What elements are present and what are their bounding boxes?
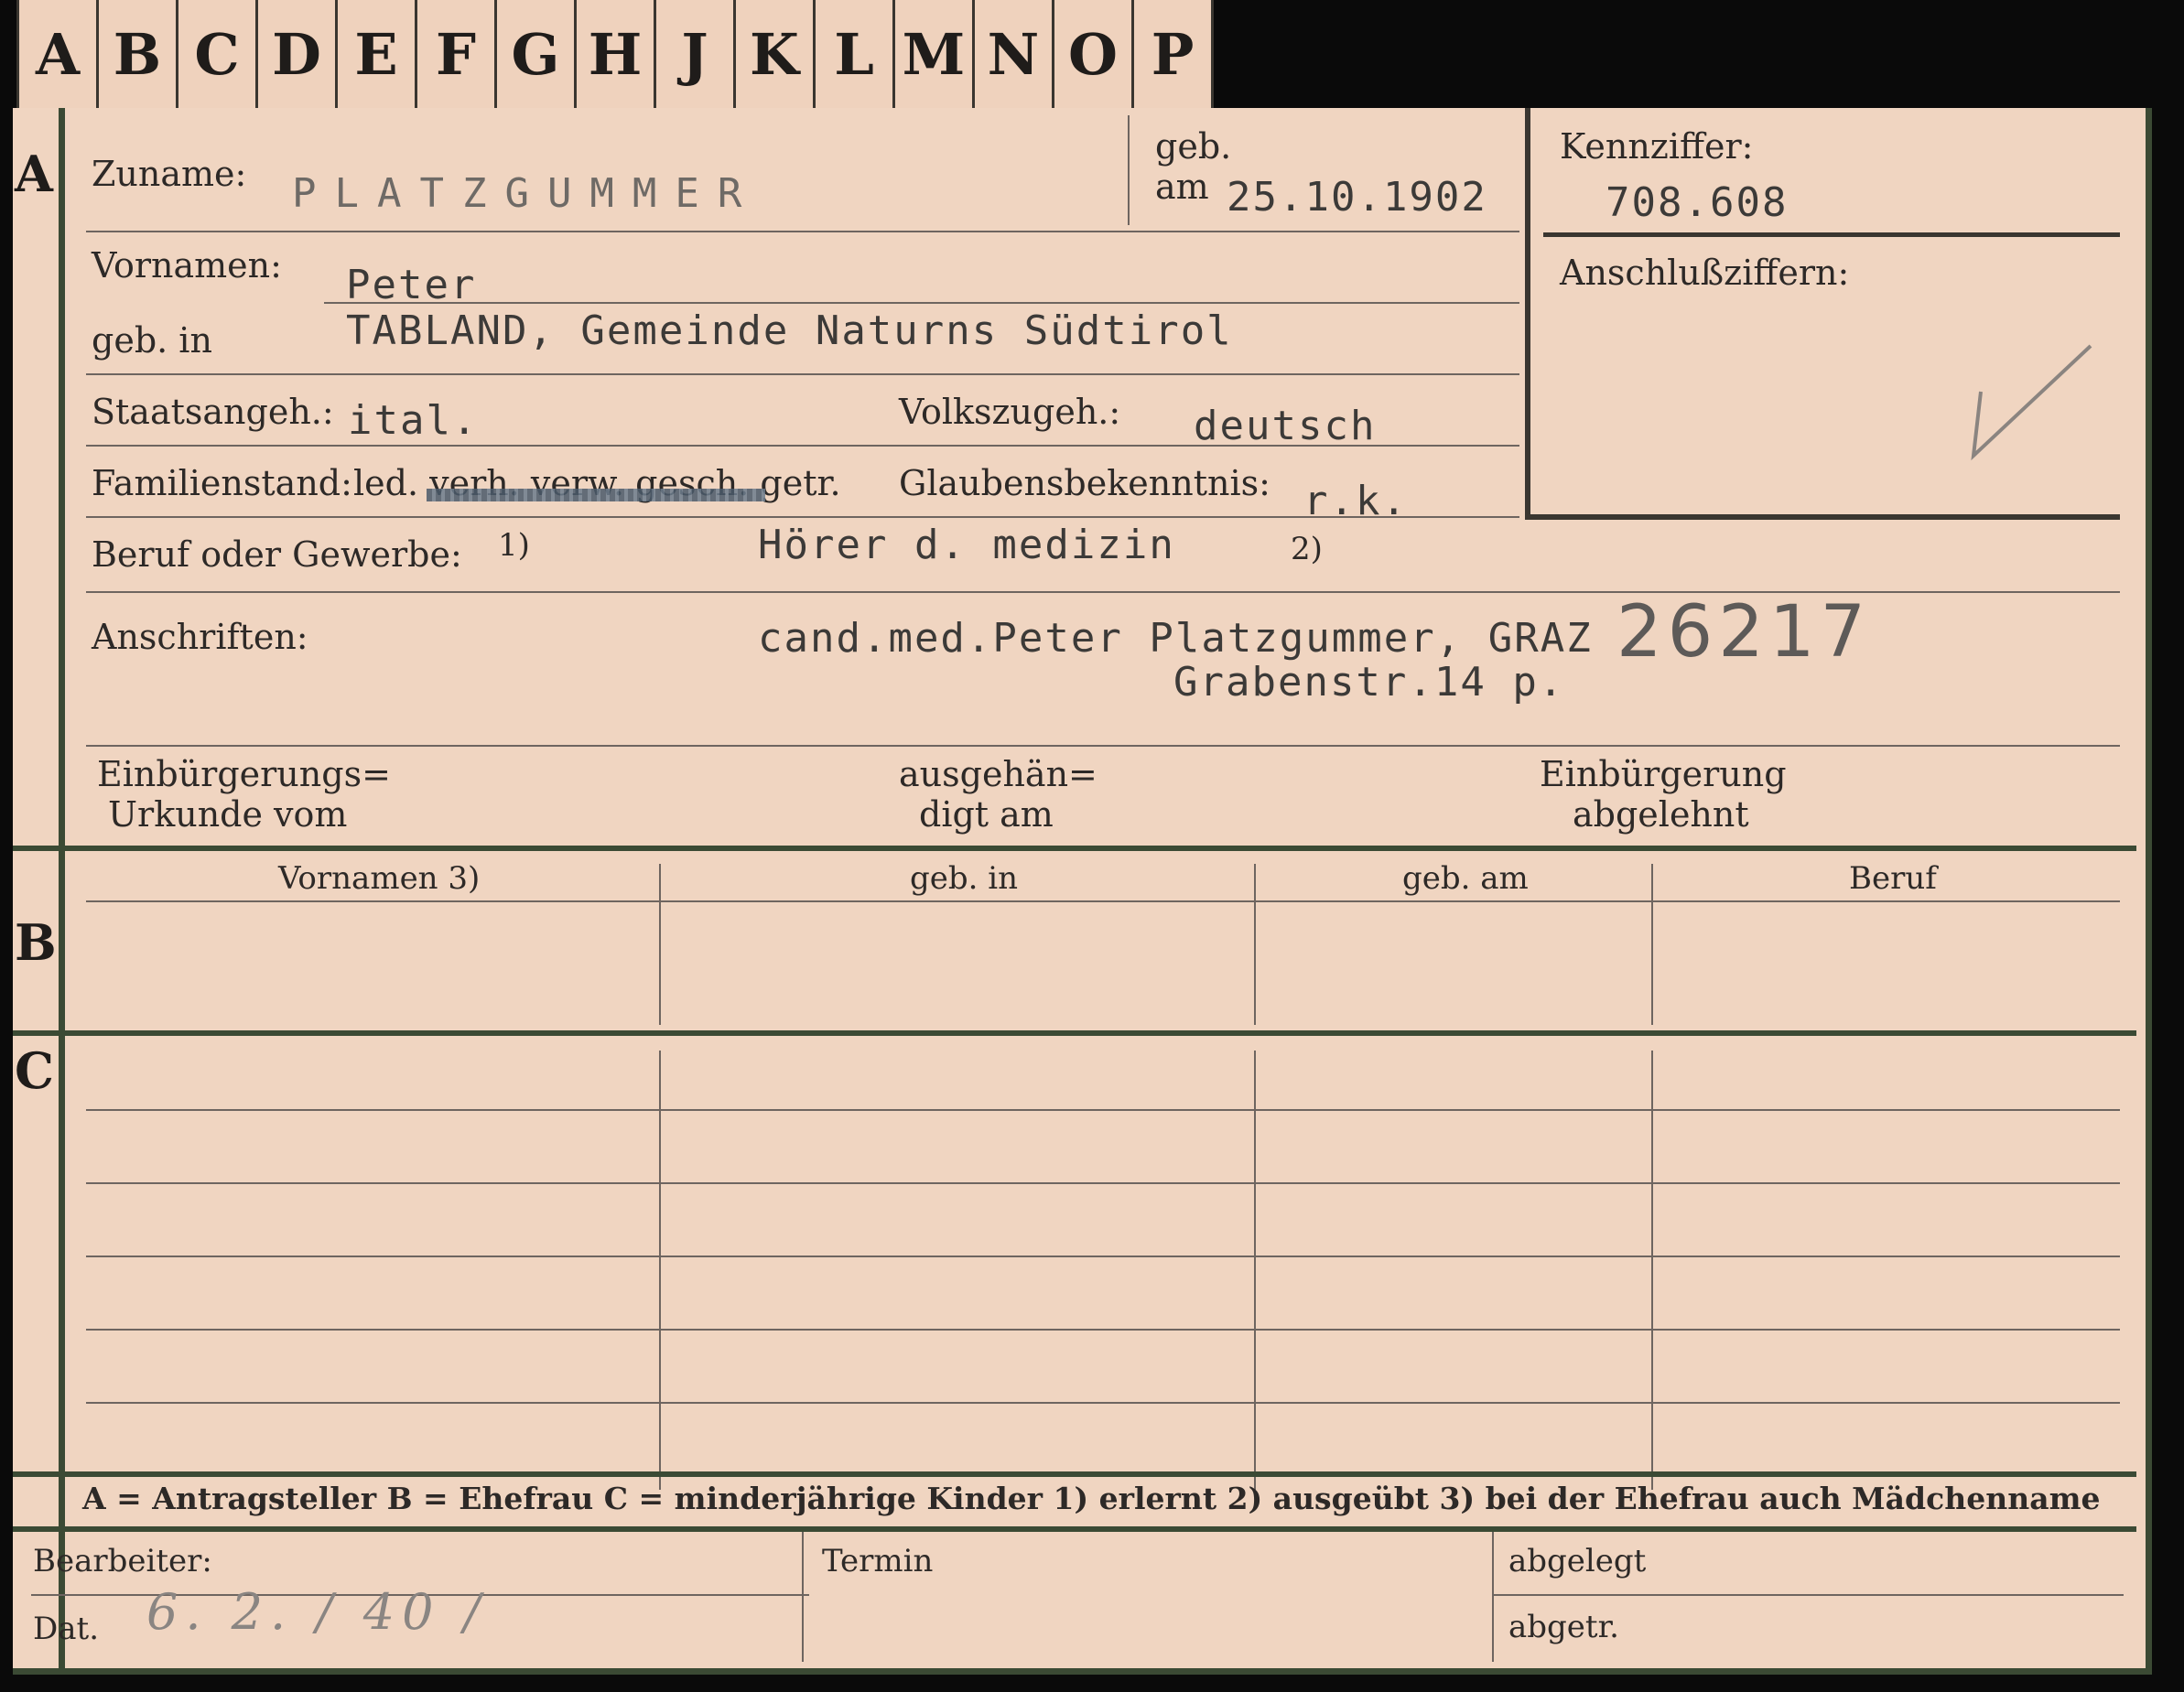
rule <box>1492 1594 2124 1596</box>
geb-in-label: geb. in <box>92 320 212 361</box>
column-divider <box>1651 1051 1653 1490</box>
column-divider <box>1492 1532 1494 1662</box>
volkszugehoerigkeit-label: Volkszugeh.: <box>899 392 1121 432</box>
column-divider <box>1254 1051 1256 1490</box>
staatsangehoerigkeit-value: ital. <box>348 397 479 444</box>
index-tab-f: F <box>417 0 497 108</box>
rule <box>324 302 1519 304</box>
anschriften-label: Anschriften: <box>92 617 308 657</box>
rule <box>86 445 1519 447</box>
rule <box>86 745 2120 747</box>
kennziffer-label: Kennziffer: <box>1560 126 1754 167</box>
glaubensbekenntnis-label: Glaubensbekenntnis: <box>899 463 1270 503</box>
einbuergerungsurkunde-label-line1: Einbürgerungs= <box>97 754 391 794</box>
column-divider <box>802 1532 804 1662</box>
index-card: A B C Zuname: PLATZGUMMER geb. am 25.10.… <box>13 108 2152 1675</box>
column-divider <box>659 864 661 1025</box>
table-header-beruf: Beruf <box>1849 860 1937 897</box>
einbuergerung-abgelehnt-label-line2: abgelehnt <box>1573 794 1749 835</box>
beruf-value: Hörer d. medizin <box>758 522 1175 568</box>
rule <box>86 516 1519 518</box>
geburtsort-value: TABLAND, Gemeinde Naturns Südtirol <box>346 307 1233 354</box>
anschrift-line-1: cand.med.Peter Platzgummer, GRAZ <box>758 615 1593 662</box>
rule <box>86 373 1519 375</box>
datum-label: Dat. <box>33 1611 100 1647</box>
index-tab-b: B <box>99 0 178 108</box>
table-row-rule <box>86 1182 2120 1184</box>
table-row-rule <box>86 1109 2120 1111</box>
section-marker-a: A <box>15 145 53 203</box>
index-tab-k: K <box>736 0 816 108</box>
datum-value: 6. 2. / 40 / <box>146 1583 488 1641</box>
index-tab-p: P <box>1151 20 1195 88</box>
geburtsdatum-value: 25.10.1902 <box>1227 174 1487 221</box>
rule <box>1543 232 2120 237</box>
table-header-geb-in: geb. in <box>910 860 1019 897</box>
legend-text: A = Antragsteller B = Ehefrau C = minder… <box>82 1481 2101 1516</box>
index-tab-a: A <box>19 0 99 108</box>
left-frame <box>59 108 65 1668</box>
ausgehaendigt-label-line2: digt am <box>919 794 1054 835</box>
stamp-number: 26217 <box>1616 591 1872 674</box>
index-tab-n: N <box>975 0 1054 108</box>
column-divider <box>1651 864 1653 1025</box>
kennziffer-box-border <box>1525 514 2120 520</box>
section-separator <box>13 1471 2136 1477</box>
bearbeiter-label: Bearbeiter: <box>33 1543 212 1579</box>
kennziffer-value: 708.608 <box>1606 179 1789 226</box>
einbuergerungsurkunde-label-line2: Urkunde vom <box>108 794 348 835</box>
index-tab-c: C <box>178 0 258 108</box>
footnote-2-marker: 2) <box>1291 531 1323 567</box>
section-separator <box>13 846 2136 851</box>
table-row-rule <box>86 1329 2120 1331</box>
index-tab-m: M <box>895 0 975 108</box>
index-tab-o: O <box>1054 0 1134 108</box>
index-tab-e: E <box>338 0 417 108</box>
zuname-value: PLATZGUMMER <box>292 170 761 217</box>
beruf-label: Beruf oder Gewerbe: <box>92 534 462 575</box>
section-separator <box>13 1526 2136 1532</box>
table-row-rule <box>86 1256 2120 1257</box>
divider <box>1128 115 1130 225</box>
abgetragen-label: abgetr. <box>1508 1609 1619 1645</box>
table-header-geb-am: geb. am <box>1402 860 1529 897</box>
zuname-label: Zuname: <box>92 154 247 194</box>
index-tab-l: L <box>816 0 895 108</box>
section-separator <box>13 1030 2136 1036</box>
einbuergerung-abgelehnt-label-line1: Einbürgerung <box>1540 754 1787 794</box>
section-marker-b: B <box>15 913 57 972</box>
index-tab-h: H <box>577 0 656 108</box>
anschrift-line-2: Grabenstr.14 p. <box>1173 659 1565 706</box>
check-mark-icon <box>1971 344 2092 461</box>
anschlussziffern-label: Anschlußziffern: <box>1560 253 1850 293</box>
staatsangehoerigkeit-label: Staatsangeh.: <box>92 392 334 432</box>
familienstand-label: Familienstand: <box>92 463 352 503</box>
index-tab-j: J <box>656 0 736 108</box>
strikeout-marks <box>427 489 765 501</box>
section-marker-c: C <box>15 1041 54 1100</box>
abgelegt-label: abgelegt <box>1508 1543 1647 1579</box>
column-divider <box>1254 864 1256 1025</box>
table-row-rule <box>86 1402 2120 1404</box>
kennziffer-box-border <box>1525 108 1530 520</box>
vornamen-label: Vornamen: <box>92 245 282 286</box>
rule <box>86 900 2120 902</box>
ausgehaendigt-label-line1: ausgehän= <box>899 754 1097 794</box>
table-header-vornamen: Vornamen 3) <box>278 860 481 897</box>
column-divider <box>659 1051 661 1490</box>
index-tab-strip: ABCDEFGHJKLMNOP <box>16 0 1214 111</box>
rule <box>86 231 1519 232</box>
volkszugehoerigkeit-value: deutsch <box>1194 403 1377 449</box>
geb-label: geb. <box>1155 126 1232 167</box>
footnote-1-marker: 1) <box>498 527 530 564</box>
am-label: am <box>1155 167 1209 207</box>
termin-label: Termin <box>822 1543 934 1579</box>
index-tab-g: G <box>497 0 577 108</box>
index-tab-d: D <box>258 0 338 108</box>
